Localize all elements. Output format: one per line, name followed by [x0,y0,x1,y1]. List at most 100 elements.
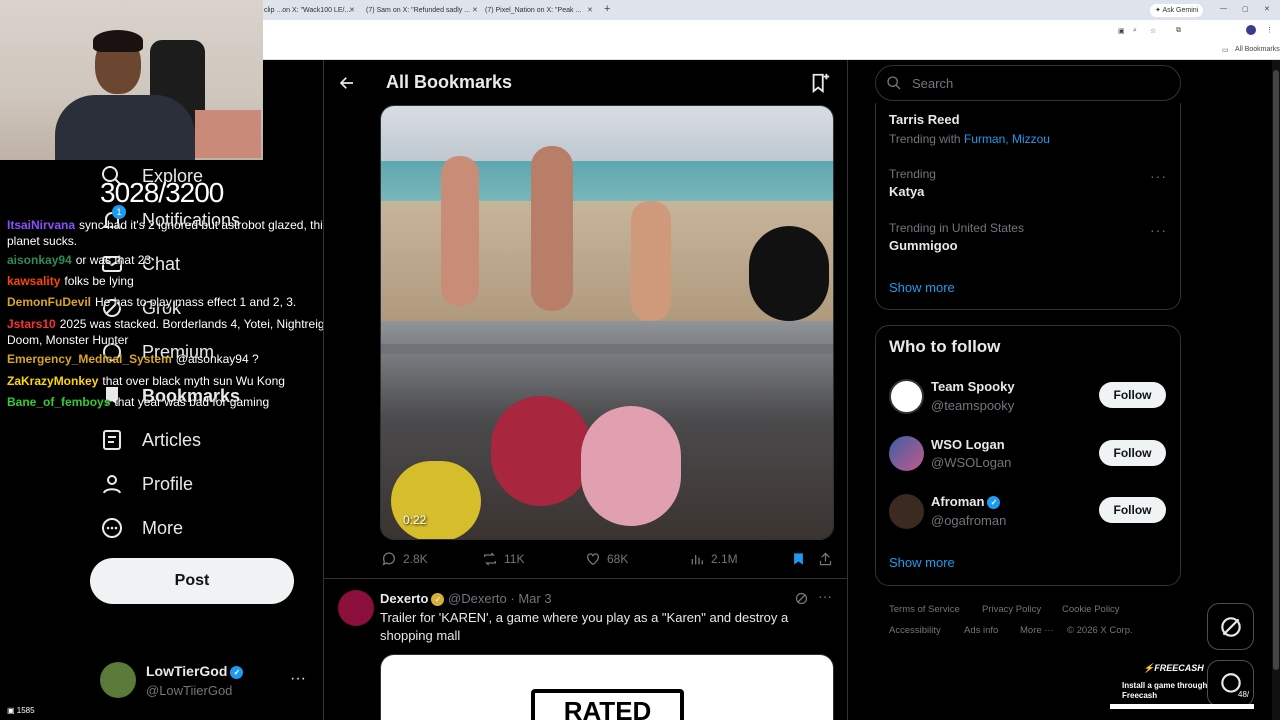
webcam-feed [0,0,263,160]
footer-link-terms[interactable]: Terms of Service [889,604,960,615]
profile-avatar-icon[interactable] [1246,25,1256,35]
follow-account-name[interactable]: Team Spooky [931,379,1015,394]
avatar[interactable] [100,662,136,698]
avatar[interactable] [889,436,924,471]
bookmark-add-icon[interactable] [809,72,831,94]
search-input[interactable]: Search [875,65,1181,101]
zoom-icon[interactable]: ⌕ [1133,27,1137,35]
trend-name[interactable]: Tarris Reed [889,112,960,127]
chat-message: planet sucks. [7,234,78,248]
person-hair [93,30,143,52]
reply-button[interactable]: 2.8K [381,551,428,567]
close-icon[interactable]: ✕ [472,6,478,14]
puzzle-icon[interactable]: ⧉ [1176,27,1181,35]
promo-brand: ⚡FREECASH [1143,663,1204,674]
footer-link-privacy[interactable]: Privacy Policy [982,604,1041,615]
chat-username: kawsality [7,274,61,288]
promo-text: Install a game through Freecash [1122,681,1208,700]
footer-link-more[interactable]: More ··· [1020,625,1054,636]
post-menu-icon[interactable]: ··· [818,588,832,604]
twitch-icon: ▣ [7,706,17,715]
share-icon[interactable] [818,551,833,567]
follow-button[interactable]: Follow [1099,497,1166,523]
verified-icon: ✓ [230,665,244,679]
trend-extra-prefix: Trending with [889,132,961,146]
account-menu-icon[interactable]: ··· [290,670,306,688]
video-figure [391,461,481,539]
chat-username: Jstars10 [7,317,56,331]
nav-more[interactable]: More [100,510,183,546]
grok-icon[interactable] [794,591,809,606]
follow-account-name[interactable]: Afroman ✓ [931,494,1001,510]
follow-account-name-text: Afroman [931,494,985,509]
follow-button[interactable]: Follow [1099,440,1166,466]
minimize-icon[interactable]: — [1220,5,1227,12]
trend-menu-icon[interactable]: ··· [1150,168,1167,184]
post-author[interactable]: Dexerto [380,591,428,606]
close-window-icon[interactable]: ✕ [1264,5,1270,13]
post-date[interactable]: · Mar 3 [510,591,551,606]
search-icon [887,76,901,90]
trend-related-links[interactable]: Furman, Mizzou [964,132,1050,146]
all-bookmarks-link[interactable]: All Bookmarks [1235,46,1280,53]
trend-menu-icon[interactable]: ··· [1150,222,1167,238]
footer-link-accessibility[interactable]: Accessibility [889,625,941,636]
chat-message: Doom, Monster Hunter [7,333,129,347]
footer-link-ads-info[interactable]: Ads info [964,625,998,636]
close-icon[interactable]: ✕ [587,6,593,14]
chat-line: Bane_of_femboys that year was bad for gam… [7,395,269,409]
follow-account-name[interactable]: WSO Logan [931,437,1005,452]
extension-icon[interactable]: ▣ [1118,27,1125,35]
trend-name[interactable]: Gummigoo [889,238,958,253]
follow-button[interactable]: Follow [1099,382,1166,408]
close-icon[interactable]: ✕ [349,6,355,14]
reply-count: 2.8K [403,552,428,566]
maximize-icon[interactable]: ▢ [1242,5,1249,13]
footer-link-cookie[interactable]: Cookie Policy [1062,604,1120,615]
post-media[interactable]: RATED [380,654,834,720]
grok-float-button[interactable] [1207,603,1254,650]
video-figure [749,226,829,321]
views-button[interactable]: 2.1M [689,551,738,567]
chat-username: Bane_of_femboys [7,395,111,409]
nav-articles[interactable]: Articles [100,422,201,458]
repost-button[interactable]: 11K [482,551,524,567]
post-handle[interactable]: @Dexerto [448,591,507,606]
back-arrow-icon[interactable] [338,74,356,92]
avatar[interactable] [338,590,374,626]
new-tab-icon[interactable]: + [604,3,610,15]
view-count: 2.1M [711,552,738,566]
star-icon[interactable]: ☆ [1150,27,1156,35]
verified-icon: ✓ [987,496,1001,510]
browser-tab[interactable]: (7) Pixel_Nation on X: "Peak ... [485,3,585,18]
like-button[interactable]: 68K [585,551,628,567]
scrollbar[interactable] [1272,60,1280,720]
trend-name[interactable]: Katya [889,184,924,199]
nav-profile[interactable]: Profile [100,466,193,502]
article-icon [103,430,121,450]
ask-gemini-button[interactable]: ✦ Ask Gemini [1150,4,1204,17]
folder-icon: ▭ [1222,47,1229,54]
trend-meta: Trending [889,167,936,181]
scrollbar-thumb[interactable] [1273,70,1279,670]
post-button[interactable]: Post [90,558,294,604]
follow-account-handle: @teamspooky [931,398,1015,413]
ask-gemini-label: Ask Gemini [1162,7,1199,14]
video-player[interactable]: 0:22 [380,105,834,540]
account-name[interactable]: LowTierGod ✓ [146,663,244,679]
trend-meta: Trending with Furman, Mizzou [889,132,1050,146]
post-header: Dexerto ✓ @Dexerto · Mar 3 [380,591,552,607]
video-figure [581,406,681,526]
video-duration: 0:22 [403,513,427,527]
messages-float-button[interactable] [1207,660,1254,707]
nav-label: Articles [142,429,202,450]
browser-tab[interactable]: (7) Sam on X: "Refunded sadly ... [366,3,471,18]
browser-tab[interactable]: clip ...on X: "Wack100 LE/... [264,3,359,18]
bookmark-filled-icon[interactable] [791,551,806,567]
avatar[interactable] [889,494,924,529]
chat-line: Doom, Monster Hunter [7,333,128,347]
menu-icon[interactable]: ⋮ [1266,26,1273,34]
trends-show-more-link[interactable]: Show more [889,280,955,295]
who-to-follow-show-more-link[interactable]: Show more [889,555,955,570]
avatar[interactable] [889,379,924,414]
